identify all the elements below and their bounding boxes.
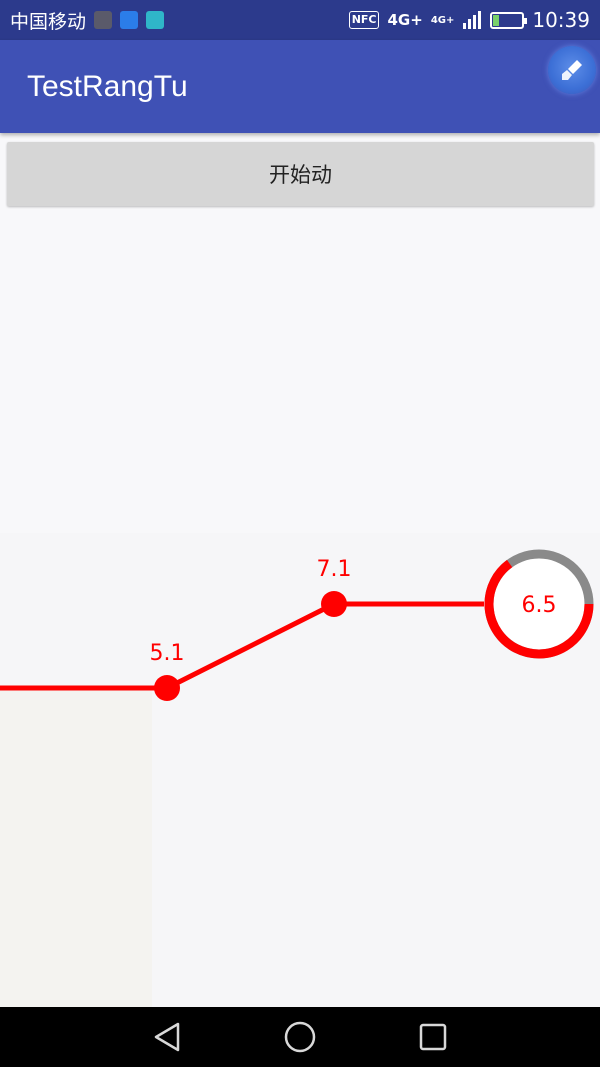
recents-square-icon[interactable] <box>408 1017 458 1057</box>
clean-brush-icon[interactable] <box>548 46 596 94</box>
chart-area: 5.1 7.1 6.5 <box>0 533 600 1007</box>
start-animation-button[interactable]: 开始动 <box>7 142 594 206</box>
line-chart: 5.1 7.1 6.5 <box>0 533 600 1007</box>
status-left: 中国移动 <box>10 7 165 34</box>
point-label-1: 5.1 <box>150 641 185 666</box>
chart-left-band <box>0 688 152 1007</box>
clock: 10:39 <box>532 8 590 32</box>
navigation-bar <box>0 1007 600 1067</box>
carrier-name: 中国移动 <box>10 10 87 33</box>
network-type-2: 4G+ <box>430 14 455 26</box>
status-bar: 中国移动 NFC 4G+ 4G+ 10:39 <box>0 0 600 40</box>
home-circle-icon[interactable] <box>275 1017 325 1057</box>
huawei-app-icon <box>94 11 113 29</box>
point-1 <box>154 675 180 701</box>
battery-charging-icon <box>490 11 528 29</box>
network-type: 4G+ <box>387 11 423 29</box>
cyan-app-icon <box>146 11 165 29</box>
signal-icon <box>463 11 482 29</box>
app-bar: TestRangTu <box>0 40 600 133</box>
status-right: NFC 4G+ 4G+ 10:39 <box>348 8 590 32</box>
screen: 中国移动 NFC 4G+ 4G+ 10:39 TestRangTu 开始动 5.… <box>0 0 600 1067</box>
point-label-2: 7.1 <box>317 557 352 582</box>
highlight-value-label: 6.5 <box>522 593 557 618</box>
brush-glyph-icon <box>562 60 582 80</box>
blue-app-icon <box>120 11 139 29</box>
point-2 <box>321 591 347 617</box>
back-triangle-icon[interactable] <box>142 1017 192 1057</box>
app-title: TestRangTu <box>27 69 188 103</box>
nfc-icon: NFC <box>348 11 380 29</box>
